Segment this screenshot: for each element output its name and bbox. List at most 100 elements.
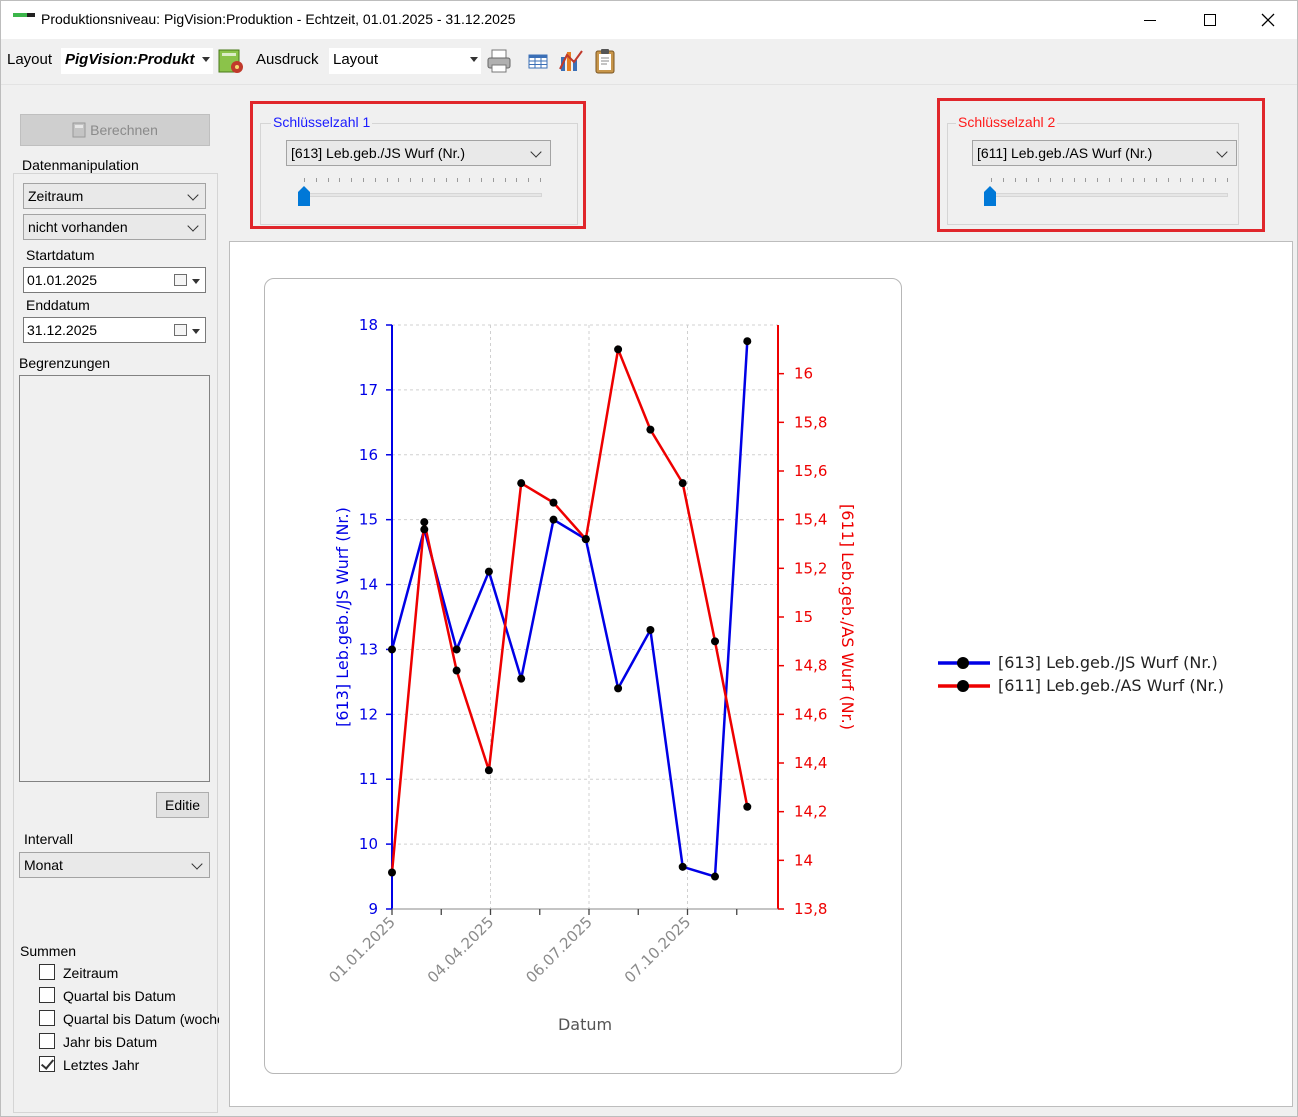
layout-dropdown-icon [202,57,210,62]
series-2-point [581,535,590,544]
sum-last-year-checkbox[interactable] [39,1056,55,1072]
slider-tick [1097,178,1099,182]
right-axis-tick-label: 14,4 [794,754,827,772]
slider-tick [528,178,530,182]
calculator-icon [72,122,86,138]
key1-select[interactable]: [613] Leb.geb./JS Wurf (Nr.) [286,140,551,166]
calendar-icon[interactable] [174,324,187,336]
right-axis-tick-label: 13,8 [794,900,827,918]
right-axis-tick-label: 15,2 [794,559,827,577]
interval-select-value: Monat [24,857,63,873]
right-axis-tick-label: 14,6 [794,705,827,723]
slider-tick [457,178,459,182]
slider-tick [1120,178,1122,182]
series-2-point [517,479,526,488]
right-axis-tick-label: 15,4 [794,511,827,529]
key2-select-value: [611] Leb.geb./AS Wurf (Nr.) [977,145,1153,161]
period-select[interactable]: Zeitraum [23,183,206,209]
slider-tick [540,178,541,182]
layout-select[interactable]: PigVision:Produkt [61,48,213,74]
calendar-icon[interactable] [174,274,187,286]
calculate-button-label: Berechnen [90,122,158,138]
series-2-point [484,766,493,775]
left-axis-label: [613] Leb.geb./JS Wurf (Nr.) [333,507,352,727]
print-layout-select[interactable]: Layout [329,48,481,74]
sum-year-to-date-checkbox[interactable] [39,1033,55,1049]
x-axis-tick-label: 06.07.2025 [522,913,595,986]
sums-label: Summen [20,943,77,959]
slider-tick [351,178,353,182]
start-date-field[interactable]: 01.01.2025 [23,267,206,293]
right-axis-label: [611] Leb.geb./AS Wurf (Nr.) [838,504,857,730]
series-2-point [743,802,752,811]
series-2-point [388,868,396,877]
slider-tick [1203,178,1205,182]
slider-tick [1144,178,1146,182]
chevron-down-icon [187,189,199,201]
series-2-point [549,498,558,507]
close-button[interactable] [1239,1,1297,39]
series-1-point [678,862,687,871]
slider-tick [422,178,423,182]
availability-select[interactable]: nicht vorhanden [23,214,206,240]
minimize-button[interactable] [1121,1,1179,39]
key1-slider-track[interactable] [298,193,542,197]
table-icon[interactable] [525,47,553,75]
slider-tick [492,178,494,182]
chevron-down-icon [191,858,203,870]
legend-marker-1 [957,657,969,669]
key1-select-value: [613] Leb.geb./JS Wurf (Nr.) [291,145,466,161]
series-1-point [711,872,719,881]
slider-tick [339,178,341,182]
key1-slider-ticks [304,178,541,182]
series-2-point [614,345,623,354]
edit-button-label: Editie [164,797,201,813]
series-1-point [517,674,526,683]
right-axis-tick-label: 15,6 [794,462,827,480]
slider-tick [445,178,447,182]
series-2-point [452,666,461,675]
limits-list[interactable] [19,375,210,782]
x-axis-tick-label: 07.10.2025 [621,913,694,986]
series-1-point [388,645,396,654]
key2-slider-track[interactable] [984,193,1228,197]
end-date-field[interactable]: 31.12.2025 [23,317,206,343]
slider-tick [374,178,376,182]
left-axis-tick-label: 16 [359,446,378,464]
printer-icon[interactable] [485,47,513,75]
calculate-button[interactable]: Berechnen [20,114,210,146]
slider-tick [386,178,388,182]
key1-group [260,123,578,225]
key2-select[interactable]: [611] Leb.geb./AS Wurf (Nr.) [972,140,1237,166]
left-axis-tick-label: 13 [359,640,378,658]
slider-tick [469,178,471,182]
layout-settings-icon[interactable] [217,47,245,75]
chart-icon[interactable] [557,47,585,75]
slider-tick [304,178,305,182]
maximize-button[interactable] [1181,1,1239,39]
end-date-value: 31.12.2025 [27,322,98,338]
slider-tick [504,178,506,182]
series-2-point [420,518,429,527]
sum-period-checkbox[interactable] [39,964,55,980]
start-date-value: 01.01.2025 [27,272,98,288]
sum-quarter-to-date-label: Quartal bis Datum [63,988,176,1004]
slider-tick [1026,178,1028,182]
slider-tick [1156,178,1158,182]
layout-label: Layout [7,51,53,68]
series-line-1 [390,341,749,879]
key1-label: Schlüsselzahl 1 [271,114,373,130]
clipboard-icon[interactable] [591,47,619,75]
series-1-point [614,684,623,693]
sum-quarter-to-date-week-checkbox[interactable] [39,1010,55,1026]
layout-select-value: PigVision:Produkt [65,51,195,68]
limits-label: Begrenzungen [19,355,111,371]
key2-label: Schlüsselzahl 2 [956,114,1058,130]
maximize-icon [1204,14,1216,26]
legend-label-1: [613] Leb.geb./JS Wurf (Nr.) [998,653,1218,672]
left-axis-tick-label: 9 [368,900,378,918]
interval-select[interactable]: Monat [19,852,210,878]
sum-quarter-to-date-checkbox[interactable] [39,987,55,1003]
series-2-point [678,479,687,488]
edit-button[interactable]: Editie [156,792,209,818]
